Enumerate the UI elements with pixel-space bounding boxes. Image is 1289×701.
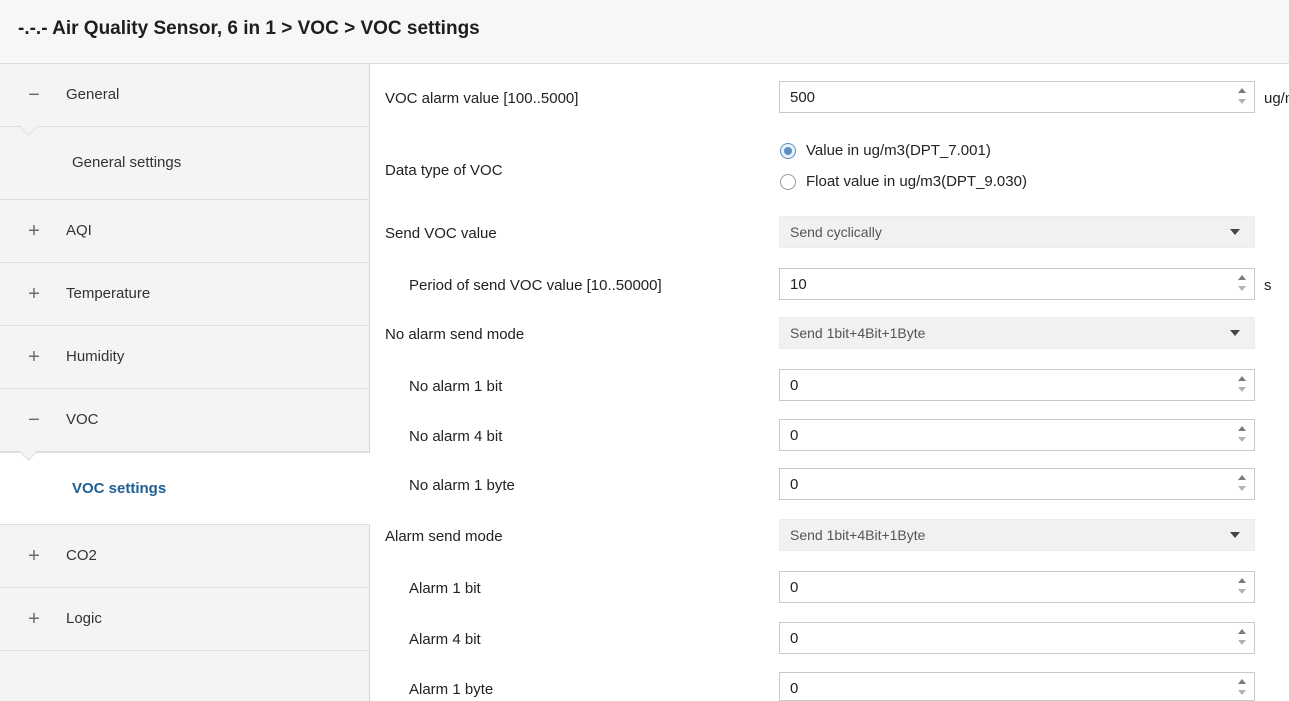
no-alarm-4bit-input[interactable] bbox=[780, 420, 1230, 450]
spin-arrows-icon[interactable] bbox=[1236, 424, 1248, 446]
plus-icon[interactable]: + bbox=[22, 588, 46, 650]
plus-icon[interactable]: + bbox=[22, 525, 46, 587]
spin-arrows-icon[interactable] bbox=[1236, 86, 1248, 108]
alarm-4bit-field[interactable] bbox=[779, 622, 1255, 654]
alarm-1byte-field[interactable] bbox=[779, 672, 1255, 701]
spin-arrows-icon[interactable] bbox=[1236, 473, 1248, 495]
alarm-mode-selected: Send 1bit+4Bit+1Byte bbox=[790, 527, 926, 543]
sidebar-item-humidity[interactable]: + Humidity bbox=[0, 326, 369, 389]
sidebar-item-label: AQI bbox=[66, 222, 92, 239]
settings-panel: VOC alarm value [100..5000] ug/m3 Data t… bbox=[370, 64, 1289, 701]
alarm-4bit-label: Alarm 4 bit bbox=[409, 631, 481, 648]
sidebar-item-temperature[interactable]: + Temperature bbox=[0, 263, 369, 326]
spin-arrows-icon[interactable] bbox=[1236, 627, 1248, 649]
spin-arrows-icon[interactable] bbox=[1236, 677, 1248, 699]
radio-label: Value in ug/m3(DPT_7.001) bbox=[806, 142, 991, 159]
no-alarm-1byte-input[interactable] bbox=[780, 469, 1230, 499]
alarm-1bit-label: Alarm 1 bit bbox=[409, 580, 481, 597]
voc-alarm-input[interactable] bbox=[780, 82, 1230, 112]
no-alarm-mode-select[interactable]: Send 1bit+4Bit+1Byte bbox=[779, 317, 1255, 349]
no-alarm-1bit-label: No alarm 1 bit bbox=[409, 378, 503, 395]
alarm-1bit-field[interactable] bbox=[779, 571, 1255, 603]
no-alarm-1byte-label: No alarm 1 byte bbox=[409, 477, 515, 494]
radio-label: Float value in ug/m3(DPT_9.030) bbox=[806, 173, 1027, 190]
send-voc-label: Send VOC value bbox=[385, 225, 497, 242]
alarm-mode-label: Alarm send mode bbox=[385, 528, 503, 545]
minus-icon[interactable]: − bbox=[22, 64, 46, 126]
radio-unchecked-icon[interactable] bbox=[780, 174, 796, 190]
sidebar-subitem-voc-settings[interactable]: VOC settings bbox=[0, 452, 370, 525]
alarm-1bit-input[interactable] bbox=[780, 572, 1230, 602]
sidebar-item-label: Humidity bbox=[66, 348, 125, 365]
alarm-1byte-input[interactable] bbox=[780, 673, 1230, 701]
voc-alarm-label: VOC alarm value [100..5000] bbox=[385, 90, 579, 107]
sidebar-subitem-general-settings[interactable]: General settings bbox=[0, 127, 369, 200]
sidebar-subitem-label: VOC settings bbox=[72, 480, 167, 497]
sidebar-item-label: VOC bbox=[66, 411, 99, 428]
no-alarm-1byte-field[interactable] bbox=[779, 468, 1255, 500]
sidebar-item-label: Logic bbox=[66, 610, 102, 627]
send-voc-select[interactable]: Send cyclically bbox=[779, 216, 1255, 248]
alarm-4bit-input[interactable] bbox=[780, 623, 1230, 653]
voc-alarm-unit: ug/m3 bbox=[1264, 90, 1289, 107]
period-unit: s bbox=[1264, 277, 1272, 294]
sidebar-item-general[interactable]: − General bbox=[0, 64, 369, 136]
period-input[interactable] bbox=[780, 269, 1230, 299]
send-voc-selected: Send cyclically bbox=[790, 224, 882, 240]
sidebar: − General General settings + AQI + Tempe… bbox=[0, 64, 370, 701]
alarm-mode-select[interactable]: Send 1bit+4Bit+1Byte bbox=[779, 519, 1255, 551]
sidebar-item-co2[interactable]: + CO2 bbox=[0, 525, 369, 588]
plus-icon[interactable]: + bbox=[22, 200, 46, 262]
no-alarm-1bit-field[interactable] bbox=[779, 369, 1255, 401]
sidebar-item-aqi[interactable]: + AQI bbox=[0, 200, 369, 263]
period-field[interactable] bbox=[779, 268, 1255, 300]
spin-arrows-icon[interactable] bbox=[1236, 576, 1248, 598]
chevron-down-icon[interactable] bbox=[1230, 229, 1240, 235]
sidebar-subitem-label: General settings bbox=[72, 154, 182, 171]
chevron-down-icon[interactable] bbox=[1230, 330, 1240, 336]
period-label: Period of send VOC value [10..50000] bbox=[409, 277, 662, 294]
app-window: -.-.- Air Quality Sensor, 6 in 1 > VOC >… bbox=[0, 0, 1289, 701]
sidebar-item-label: CO2 bbox=[66, 547, 97, 564]
radio-checked-icon[interactable] bbox=[780, 143, 796, 159]
spin-arrows-icon[interactable] bbox=[1236, 273, 1248, 295]
data-type-label: Data type of VOC bbox=[385, 162, 503, 179]
voc-alarm-field[interactable] bbox=[779, 81, 1255, 113]
no-alarm-1bit-input[interactable] bbox=[780, 370, 1230, 400]
title-bar: -.-.- Air Quality Sensor, 6 in 1 > VOC >… bbox=[0, 0, 1289, 64]
chevron-down-icon[interactable] bbox=[1230, 532, 1240, 538]
no-alarm-mode-label: No alarm send mode bbox=[385, 326, 525, 343]
sidebar-item-voc[interactable]: − VOC bbox=[0, 389, 369, 461]
no-alarm-4bit-label: No alarm 4 bit bbox=[409, 428, 503, 445]
sidebar-item-label: Temperature bbox=[66, 285, 151, 302]
alarm-1byte-label: Alarm 1 byte bbox=[409, 681, 494, 698]
spin-arrows-icon[interactable] bbox=[1236, 374, 1248, 396]
no-alarm-mode-selected: Send 1bit+4Bit+1Byte bbox=[790, 325, 926, 341]
no-alarm-4bit-field[interactable] bbox=[779, 419, 1255, 451]
sidebar-item-logic[interactable]: + Logic bbox=[0, 588, 369, 651]
plus-icon[interactable]: + bbox=[22, 263, 46, 325]
minus-icon[interactable]: − bbox=[22, 389, 46, 451]
sidebar-item-label: General bbox=[66, 86, 120, 103]
page-title: -.-.- Air Quality Sensor, 6 in 1 > VOC >… bbox=[18, 18, 480, 39]
plus-icon[interactable]: + bbox=[22, 326, 46, 388]
